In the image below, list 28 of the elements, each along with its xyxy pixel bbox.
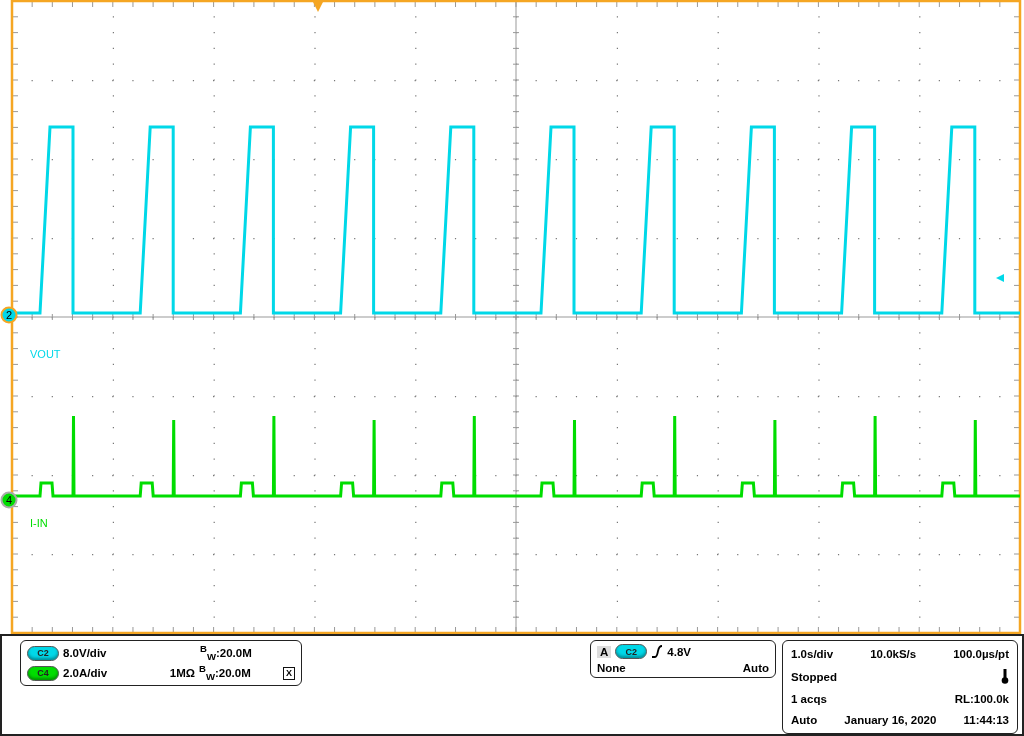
acquisition-mode: Auto: [791, 713, 818, 726]
trigger-coupling: None: [597, 661, 626, 674]
capture-date: January 16, 2020: [844, 713, 937, 726]
acquisition-count: 1 acqs: [791, 692, 827, 705]
channel-label: VOUT: [30, 348, 61, 360]
rising-edge-icon: [651, 645, 664, 659]
thermometer-icon: [1001, 669, 1009, 685]
sample-rate: 10.0kS/s: [870, 648, 917, 661]
trigger-level: 4.8V: [667, 645, 691, 658]
vertical-scale: 8.0V/div: [63, 647, 107, 659]
channel-level-marker[interactable]: 2: [0, 306, 18, 324]
trigger-mode-letter: A: [597, 645, 612, 658]
horizontal-scale: 1.0s/div: [791, 648, 834, 661]
acquisition-state: Stopped: [791, 670, 837, 683]
capture-time: 11:44:13: [963, 713, 1009, 726]
input-impedance: 1MΩ: [169, 667, 195, 679]
channel-tag: X: [283, 666, 295, 680]
trigger-level-marker[interactable]: [996, 274, 1004, 282]
channel-badge[interactable]: C2: [27, 645, 59, 661]
vertical-scale: 2.0A/div: [63, 667, 108, 679]
channel-badge[interactable]: C4: [27, 665, 59, 681]
channel-level-marker[interactable]: 4: [0, 491, 18, 509]
channel-label: I-IN: [30, 517, 48, 529]
trigger-sweep: Auto: [742, 661, 769, 674]
time-resolution: 100.0µs/pt: [953, 648, 1009, 661]
channel-badge[interactable]: C2: [615, 644, 648, 660]
trigger-position-marker[interactable]: [313, 2, 323, 12]
record-length: RL:100.0k: [954, 692, 1009, 705]
